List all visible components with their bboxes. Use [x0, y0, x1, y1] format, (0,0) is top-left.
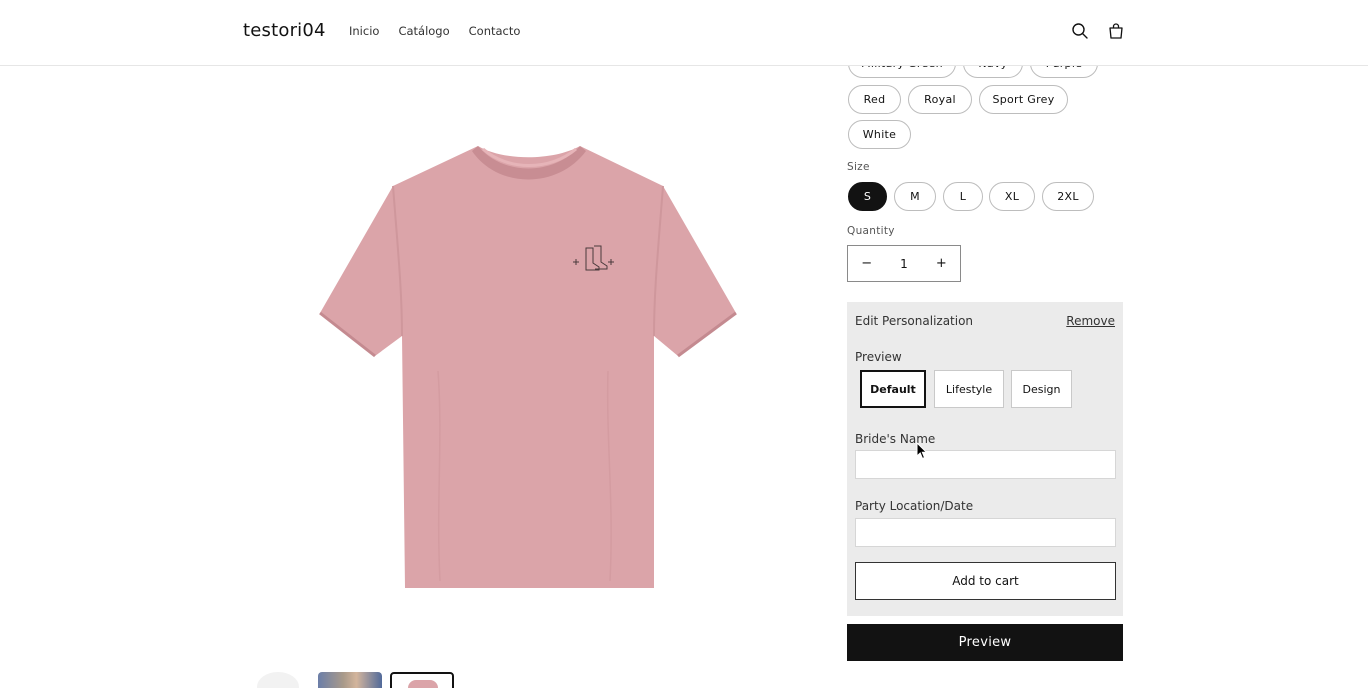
size-label: Size [847, 161, 870, 173]
thumbnail-2[interactable] [318, 672, 382, 688]
product-image[interactable] [318, 141, 738, 591]
quantity-increase-button[interactable]: + [923, 256, 960, 271]
party-location-input[interactable] [855, 518, 1116, 547]
thumbnail-strip [243, 672, 703, 688]
quantity-label: Quantity [847, 225, 895, 237]
size-xl[interactable]: XL [989, 182, 1035, 211]
preview-label: Preview [855, 350, 902, 364]
size-m[interactable]: M [894, 182, 936, 211]
tab-default[interactable]: Default [860, 370, 926, 408]
color-red[interactable]: Red [848, 85, 901, 114]
preview-button[interactable]: Preview [847, 624, 1123, 661]
cart-icon[interactable] [1106, 21, 1126, 41]
quantity-decrease-button[interactable]: − [848, 256, 885, 271]
color-royal[interactable]: Royal [908, 85, 972, 114]
party-location-label: Party Location/Date [855, 499, 974, 513]
personalization-panel: Edit Personalization Remove Preview Defa… [847, 302, 1123, 616]
tab-lifestyle[interactable]: Lifestyle [934, 370, 1004, 408]
size-l[interactable]: L [943, 182, 983, 211]
thumbnail-3-selected[interactable] [390, 672, 454, 688]
size-s[interactable]: S [848, 182, 887, 211]
brides-name-input[interactable] [855, 450, 1116, 479]
quantity-stepper: − 1 + [847, 245, 961, 282]
brand-logo[interactable]: testori04 [243, 20, 326, 41]
thumbnail-1[interactable] [257, 672, 299, 688]
add-to-cart-button[interactable]: Add to cart [855, 562, 1116, 600]
product-media [243, 66, 818, 688]
remove-personalization-link[interactable]: Remove [1066, 314, 1115, 328]
nav-item-contacto[interactable]: Contacto [469, 24, 521, 38]
quantity-value[interactable]: 1 [885, 257, 922, 271]
main-nav: Inicio Catálogo Contacto [349, 24, 520, 38]
site-header: testori04 Inicio Catálogo Contacto [0, 0, 1368, 66]
personalization-title: Edit Personalization [855, 314, 974, 328]
nav-item-inicio[interactable]: Inicio [349, 24, 379, 38]
nav-item-catalogo[interactable]: Catálogo [398, 24, 449, 38]
search-icon[interactable] [1070, 21, 1090, 41]
color-sport-grey[interactable]: Sport Grey [979, 85, 1068, 114]
mouse-cursor-icon [916, 442, 928, 460]
color-white[interactable]: White [848, 120, 911, 149]
size-2xl[interactable]: 2XL [1042, 182, 1094, 211]
tab-design[interactable]: Design [1011, 370, 1072, 408]
